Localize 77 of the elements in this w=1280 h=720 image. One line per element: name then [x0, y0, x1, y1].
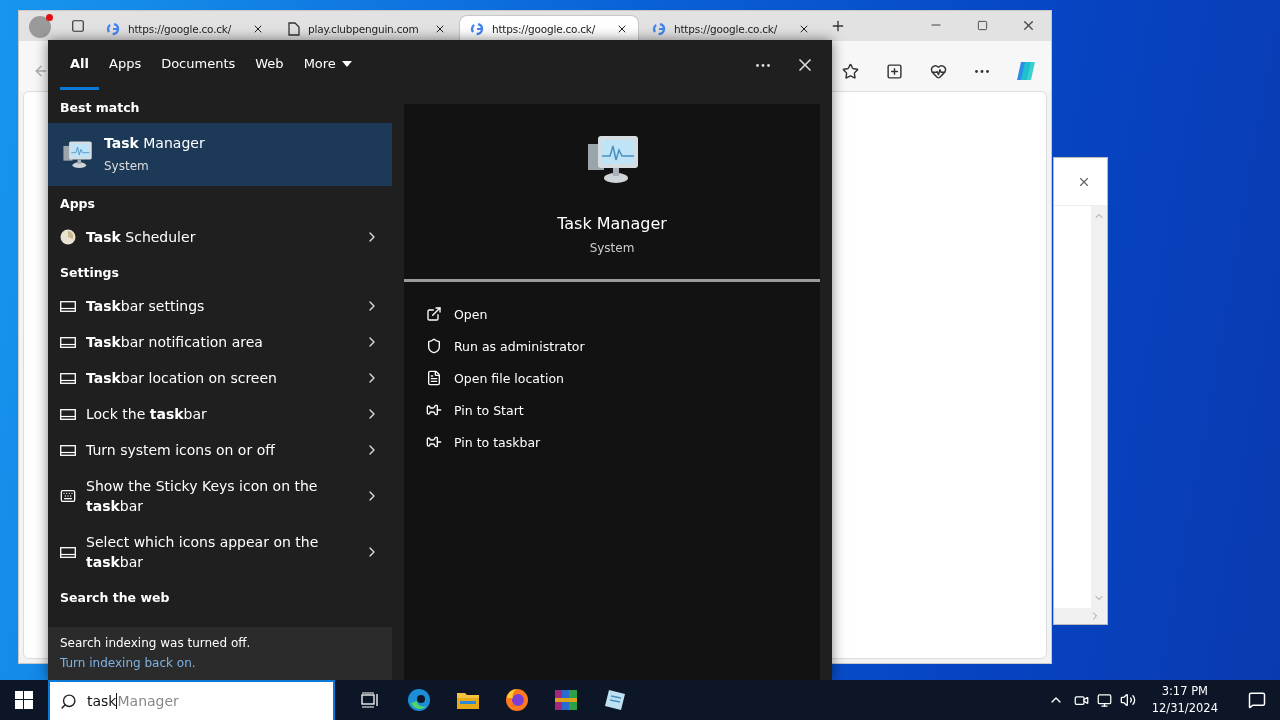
notepad-icon	[602, 688, 627, 712]
result-label: Turn system icons on or off	[86, 441, 277, 460]
taskbar-icon	[60, 336, 76, 348]
taskbar-icon	[60, 408, 76, 420]
result-label: Task Scheduler	[86, 228, 197, 247]
result-item[interactable]: Taskbar notification area	[48, 324, 392, 360]
star-icon	[841, 62, 859, 80]
section-heading: Settings	[59, 264, 120, 282]
maximize-icon	[976, 19, 988, 31]
browser-tab[interactable]: play.clubpenguin.com	[277, 15, 457, 41]
result-label: Select which icons appear on the taskbar	[86, 533, 320, 572]
result-label: Taskbar location on screen	[86, 369, 278, 388]
pin-icon	[426, 402, 442, 418]
filter-tab[interactable]: All	[60, 40, 99, 90]
document-icon	[426, 370, 442, 386]
notice-text: Search indexing was turned off.	[60, 636, 252, 650]
collections-icon	[885, 62, 903, 80]
result-item[interactable]: Taskbar settings	[48, 288, 392, 324]
action-item[interactable]: Run as administrator	[426, 330, 798, 362]
section-heading: Search the web	[59, 589, 171, 607]
action-item[interactable]: Open	[426, 298, 798, 330]
result-item[interactable]: Task Scheduler	[48, 219, 392, 255]
clock[interactable]: 3:17 PM 12/31/2024	[1143, 683, 1226, 717]
file-icon	[288, 21, 300, 36]
plus-icon	[830, 18, 846, 34]
preview-title: Task Manager	[557, 214, 667, 233]
ellipsis-icon	[756, 63, 770, 67]
shield-icon	[426, 338, 442, 354]
taskbar-icon	[60, 372, 76, 384]
result-label: Taskbar notification area	[86, 333, 264, 352]
task-view-icon	[360, 692, 379, 708]
result-item[interactable]: Turn system icons on or off	[48, 432, 392, 468]
result-item[interactable]: Lock the taskbar	[48, 396, 392, 432]
browser-tab[interactable]: https://google.co.ck/	[641, 15, 821, 41]
horizontal-scrollbar[interactable]	[1054, 608, 1107, 624]
result-label: Taskbar settings	[86, 297, 206, 316]
result-label: Task Manager	[104, 134, 206, 153]
taskbar-icon	[60, 444, 76, 456]
network-icon[interactable]	[1096, 692, 1112, 708]
browser-tab[interactable]: https://google.co.ck/	[459, 15, 639, 41]
filter-tab[interactable]: Apps	[99, 40, 152, 90]
filter-tab[interactable]: Web	[245, 40, 294, 90]
indexing-link[interactable]: Turn indexing back on.	[60, 656, 380, 670]
action-item[interactable]: Pin to Start	[426, 394, 798, 426]
browser-tab[interactable]: https://google.co.ck/	[95, 15, 275, 41]
search-field[interactable]: task Manager	[48, 680, 335, 720]
folder-icon	[455, 690, 480, 710]
preview-subtitle: System	[589, 241, 635, 255]
section-heading: Apps	[59, 195, 96, 213]
back-icon[interactable]	[33, 63, 49, 79]
volume-icon[interactable]	[1119, 692, 1136, 708]
open-icon	[426, 306, 442, 322]
keyboard-icon	[60, 488, 76, 504]
result-subtitle: System	[104, 158, 150, 175]
ellipsis-icon	[975, 69, 989, 73]
profile-avatar[interactable]	[29, 16, 51, 38]
result-label: Show the Sticky Keys icon on the taskbar	[86, 477, 319, 516]
clock-icon	[60, 229, 76, 245]
result-item[interactable]: Taskbar location on screen	[48, 360, 392, 396]
result-item[interactable]: Show the Sticky Keys icon on the taskbar	[48, 468, 392, 524]
action-item[interactable]: Pin to taskbar	[426, 426, 798, 458]
pin-icon	[426, 434, 442, 450]
taskbar-icon	[60, 300, 76, 312]
search-icon	[60, 692, 77, 710]
taskbar-icon	[60, 546, 76, 558]
section-heading: Best match	[59, 99, 141, 117]
windows-icon	[15, 691, 33, 709]
result-item[interactable]: Select which icons appear on the taskbar	[48, 524, 392, 580]
filter-tab[interactable]: More	[293, 40, 362, 90]
result-item[interactable]: Task Manager System	[48, 123, 392, 186]
heart-pulse-icon	[929, 62, 947, 80]
books-icon	[553, 688, 578, 712]
message-icon	[1248, 691, 1266, 709]
square-icon	[71, 19, 85, 33]
result-label: Lock the taskbar	[86, 405, 208, 424]
filter-tab[interactable]: Documents	[151, 40, 246, 90]
action-item[interactable]: Open file location	[426, 362, 798, 394]
